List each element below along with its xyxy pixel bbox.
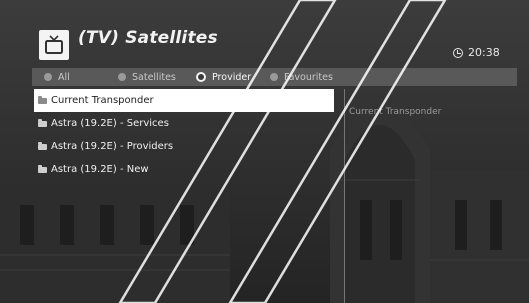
- tab-favourites[interactable]: Favourites: [270, 69, 333, 85]
- folder-icon: [38, 118, 47, 127]
- list-item-label: Astra (19.2E) - Services: [51, 118, 169, 129]
- list-item-label: Astra (19.2E) - Providers: [51, 141, 174, 152]
- tab-label: Provider: [212, 71, 252, 83]
- clock-icon: [453, 47, 463, 58]
- tab-all[interactable]: All: [44, 69, 70, 85]
- clock: 20:38: [453, 46, 500, 59]
- list-item[interactable]: Astra (19.2E) - Services: [34, 112, 334, 135]
- tab-satellites[interactable]: Satellites: [118, 69, 176, 85]
- radio-icon: [118, 73, 126, 81]
- clock-time: 20:38: [468, 46, 500, 59]
- panel-divider: [344, 89, 345, 303]
- page-title: (TV) Satellites: [78, 28, 218, 48]
- list-item[interactable]: Astra (19.2E) - New: [34, 158, 334, 181]
- radio-icon: [270, 73, 278, 81]
- folder-icon: [38, 141, 47, 150]
- list-item-label: Current Transponder: [51, 95, 154, 106]
- provider-list: Current Transponder Astra (19.2E) - Serv…: [34, 89, 334, 181]
- list-item-label: Astra (19.2E) - New: [51, 164, 149, 175]
- tab-label: All: [58, 71, 70, 83]
- tv-icon: [39, 30, 69, 60]
- filter-tab-bar: All Satellites Provider Favourites: [32, 68, 517, 86]
- folder-icon: [38, 164, 47, 173]
- tab-label: Favourites: [284, 71, 333, 83]
- folder-icon: [38, 95, 47, 104]
- radio-selected-icon: [196, 72, 206, 82]
- list-item[interactable]: Astra (19.2E) - Providers: [34, 135, 334, 158]
- radio-icon: [44, 73, 52, 81]
- tab-provider[interactable]: Provider: [196, 69, 251, 85]
- detail-panel-text: Current Transponder: [349, 107, 442, 117]
- list-item[interactable]: Current Transponder: [34, 89, 334, 112]
- tab-label: Satellites: [132, 71, 176, 83]
- tv-screen: (TV) Satellites 20:38 All Satellites Pro…: [0, 0, 529, 303]
